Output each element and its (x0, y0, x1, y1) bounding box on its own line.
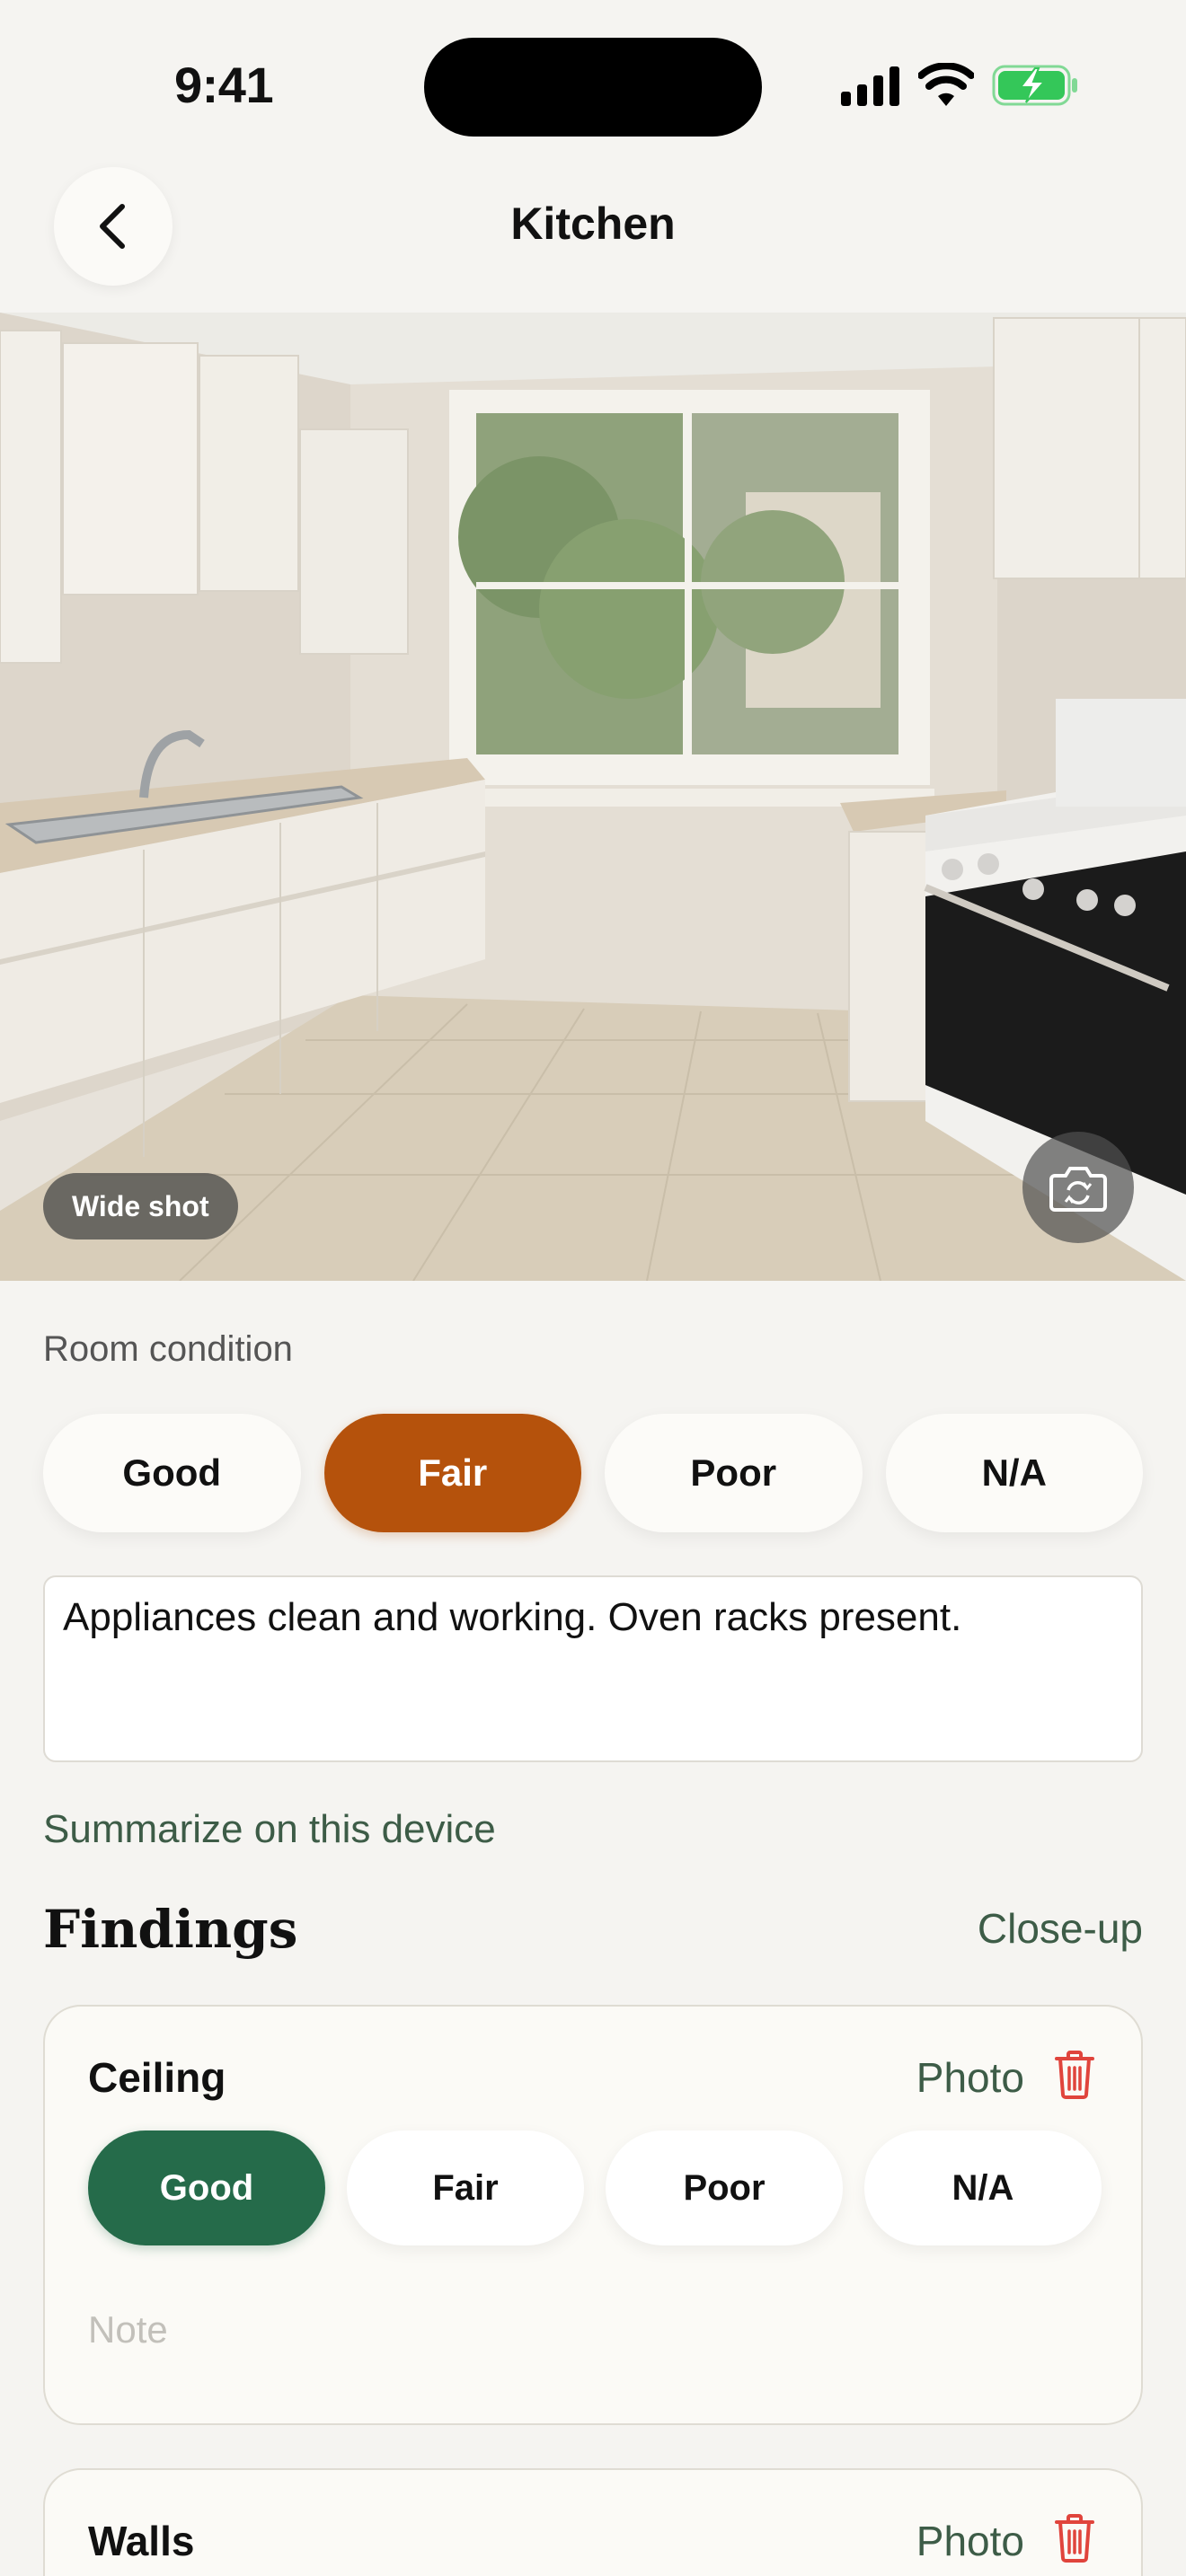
battery-charging-icon (992, 65, 1077, 106)
summarize-on-device-button[interactable]: Summarize on this device (43, 1807, 496, 1852)
finding-card-ceiling: Ceiling Photo Good Fair Poor N/A (43, 2005, 1143, 2425)
cellular-signal-icon (841, 66, 899, 106)
room-condition-selector: Good Fair Poor N/A (43, 1414, 1143, 1532)
finding-card-walls: Walls Photo (43, 2468, 1143, 2576)
finding-option-good[interactable]: Good (88, 2130, 325, 2245)
finding-title: Ceiling (88, 2054, 226, 2101)
kitchen-photo-image (0, 313, 1186, 1281)
finding-option-na[interactable]: N/A (864, 2130, 1102, 2245)
shot-type-badge: Wide shot (43, 1173, 238, 1239)
dynamic-island (424, 38, 762, 137)
finding-title: Walls (88, 2518, 195, 2564)
page-title: Kitchen (510, 198, 676, 249)
finding-condition-selector: Good Fair Poor N/A (88, 2130, 1102, 2245)
condition-option-fair[interactable]: Fair (323, 1414, 581, 1532)
condition-option-na[interactable]: N/A (885, 1414, 1143, 1532)
status-time: 9:41 (174, 57, 274, 113)
finding-option-fair[interactable]: Fair (347, 2130, 584, 2245)
closeup-button[interactable]: Close-up (978, 1904, 1143, 1953)
finding-photo-button[interactable]: Photo (916, 2053, 1024, 2102)
condition-option-good[interactable]: Good (43, 1414, 301, 1532)
condition-option-poor[interactable]: Poor (605, 1414, 863, 1532)
trash-icon[interactable] (1053, 2050, 1096, 2100)
finding-option-poor[interactable]: Poor (606, 2130, 843, 2245)
wifi-icon (918, 63, 974, 106)
room-photo[interactable]: Wide shot (0, 313, 1186, 1281)
findings-heading: Findings (43, 1899, 298, 1960)
room-notes-field[interactable]: Appliances clean and working. Oven racks… (43, 1575, 1143, 1762)
finding-note-input[interactable] (88, 2276, 1102, 2384)
retake-photo-button[interactable] (1022, 1132, 1134, 1243)
room-condition-label: Room condition (43, 1329, 293, 1369)
status-bar: 9:41 (0, 0, 1186, 153)
camera-rotate-icon (1049, 1167, 1107, 1212)
finding-photo-button[interactable]: Photo (916, 2517, 1024, 2565)
trash-icon[interactable] (1053, 2513, 1096, 2563)
